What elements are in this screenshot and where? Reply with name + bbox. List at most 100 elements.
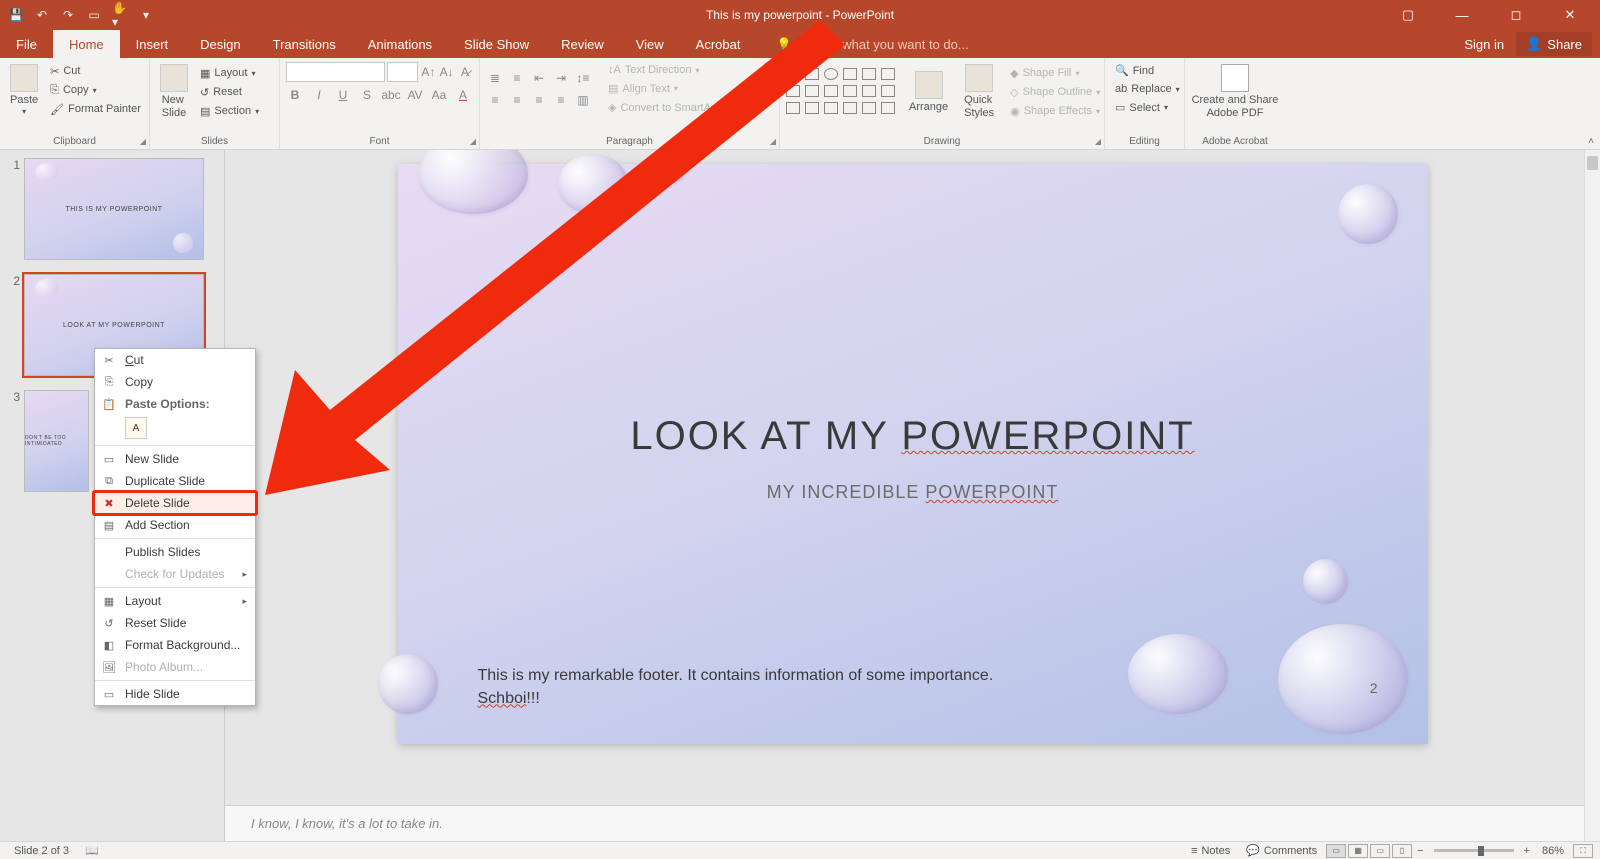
tab-transitions[interactable]: Transitions: [257, 30, 352, 58]
shape-fill-button[interactable]: ◆Shape Fill▾: [1006, 65, 1104, 82]
ctx-layout[interactable]: ▦Layout▸: [95, 590, 255, 612]
tab-home[interactable]: Home: [53, 30, 120, 58]
ctx-format-background[interactable]: ◧Format Background...: [95, 634, 255, 656]
underline-icon[interactable]: U: [334, 86, 352, 104]
cut-button[interactable]: ✂Cut: [46, 63, 145, 80]
save-icon[interactable]: 💾: [8, 7, 24, 23]
quick-styles-button[interactable]: Quick Styles: [960, 62, 998, 122]
text-direction-button[interactable]: ↕AText Direction▾: [604, 62, 730, 78]
section-button[interactable]: ▤Section▾: [196, 103, 263, 120]
shape-outline-button[interactable]: ◇Shape Outline▾: [1006, 84, 1104, 101]
paste-button[interactable]: Paste ▾: [6, 62, 42, 119]
select-button[interactable]: ▭Select▾: [1111, 99, 1178, 116]
font-family-combo[interactable]: [286, 62, 385, 82]
minimize-icon[interactable]: —: [1442, 2, 1482, 28]
shapes-gallery[interactable]: [786, 68, 897, 116]
fit-to-window-button[interactable]: ⛶: [1573, 844, 1593, 858]
shadow-icon[interactable]: abc: [382, 86, 400, 104]
touch-mode-icon[interactable]: ✋▾: [112, 7, 128, 23]
slide-subtitle[interactable]: MY INCREDIBLE POWERPOINT: [398, 482, 1428, 503]
ctx-duplicate-slide[interactable]: ⧉Duplicate Slide: [95, 470, 255, 492]
font-color-icon[interactable]: A: [454, 86, 472, 104]
share-button[interactable]: 👤 Share: [1516, 32, 1592, 56]
numbering-icon[interactable]: ≡: [508, 69, 526, 87]
copy-button[interactable]: ⎘Copy▾: [46, 82, 145, 99]
italic-icon[interactable]: I: [310, 86, 328, 104]
bold-icon[interactable]: B: [286, 86, 304, 104]
tab-animations[interactable]: Animations: [352, 30, 448, 58]
sign-in-link[interactable]: Sign in: [1452, 37, 1516, 52]
tell-me-search[interactable]: 💡 Tell me what you want to do...: [756, 30, 968, 58]
layout-button[interactable]: ▦Layout▾: [196, 65, 263, 82]
reset-button[interactable]: ↺Reset: [196, 84, 263, 101]
start-from-beginning-icon[interactable]: ▭: [86, 7, 102, 23]
ctx-reset-slide[interactable]: ↺Reset Slide: [95, 612, 255, 634]
ctx-new-slide[interactable]: ▭New Slide: [95, 448, 255, 470]
strikethrough-icon[interactable]: S: [358, 86, 376, 104]
dialog-launcher-icon[interactable]: ◢: [770, 137, 776, 146]
close-icon[interactable]: ✕: [1550, 2, 1590, 28]
notes-pane[interactable]: I know, I know, it's a lot to take in.: [225, 805, 1600, 841]
ctx-delete-slide[interactable]: ✖Delete Slide: [95, 492, 255, 514]
tab-slideshow[interactable]: Slide Show: [448, 30, 545, 58]
zoom-level[interactable]: 86%: [1534, 845, 1572, 857]
slideshow-view-button[interactable]: ▯: [1392, 844, 1412, 858]
vertical-scrollbar[interactable]: [1584, 150, 1600, 841]
bullets-icon[interactable]: ≣: [486, 69, 504, 87]
ctx-hide-slide[interactable]: ▭Hide Slide: [95, 683, 255, 705]
ribbon-display-options-icon[interactable]: ▢: [1388, 2, 1428, 28]
dialog-launcher-icon[interactable]: ◢: [140, 137, 146, 146]
clear-formatting-icon[interactable]: A̷: [457, 63, 473, 81]
tab-design[interactable]: Design: [184, 30, 256, 58]
maximize-icon[interactable]: ◻: [1496, 2, 1536, 28]
slide-title[interactable]: LOOK AT MY POWERPOINT: [398, 414, 1428, 459]
notes-button[interactable]: ≡Notes: [1183, 845, 1238, 857]
align-right-icon[interactable]: ≡: [530, 91, 548, 109]
new-slide-button[interactable]: New Slide: [156, 62, 192, 122]
decrease-indent-icon[interactable]: ⇤: [530, 69, 548, 87]
align-center-icon[interactable]: ≡: [508, 91, 526, 109]
increase-indent-icon[interactable]: ⇥: [552, 69, 570, 87]
slide-thumbnail-1[interactable]: THIS IS MY POWERPOINT: [24, 158, 204, 260]
ctx-add-section[interactable]: ▤Add Section: [95, 514, 255, 536]
align-left-icon[interactable]: ≡: [486, 91, 504, 109]
spell-check-icon[interactable]: 📖: [77, 844, 107, 857]
qat-customize-icon[interactable]: ▾: [138, 7, 154, 23]
slide-canvas[interactable]: LOOK AT MY POWERPOINT MY INCREDIBLE POWE…: [398, 164, 1428, 744]
reading-view-button[interactable]: ▭: [1370, 844, 1390, 858]
ctx-copy[interactable]: ⎘Copy: [95, 371, 255, 393]
paste-option-keep-formatting[interactable]: A: [125, 417, 147, 439]
tab-view[interactable]: View: [620, 30, 680, 58]
normal-view-button[interactable]: ▭: [1326, 844, 1346, 858]
char-spacing-icon[interactable]: AV: [406, 86, 424, 104]
decrease-font-icon[interactable]: A↓: [439, 63, 455, 81]
tab-acrobat[interactable]: Acrobat: [680, 30, 757, 58]
redo-icon[interactable]: ↷: [60, 7, 76, 23]
change-case-icon[interactable]: Aa: [430, 86, 448, 104]
zoom-slider[interactable]: [1434, 849, 1514, 852]
tab-review[interactable]: Review: [545, 30, 620, 58]
format-painter-button[interactable]: 🖌Format Painter: [46, 101, 145, 118]
justify-icon[interactable]: ≡: [552, 91, 570, 109]
undo-icon[interactable]: ↶: [34, 7, 50, 23]
create-share-pdf-button[interactable]: Create and Share Adobe PDF: [1191, 62, 1279, 122]
columns-icon[interactable]: ▥: [574, 91, 592, 109]
slide-sorter-view-button[interactable]: ▦: [1348, 844, 1368, 858]
ctx-publish-slides[interactable]: Publish Slides: [95, 541, 255, 563]
find-button[interactable]: 🔍Find: [1111, 62, 1178, 79]
dialog-launcher-icon[interactable]: ◢: [1095, 137, 1101, 146]
arrange-button[interactable]: Arrange: [905, 69, 952, 116]
font-size-combo[interactable]: [387, 62, 418, 82]
slide-footer[interactable]: This is my remarkable footer. It contain…: [478, 665, 1038, 710]
increase-font-icon[interactable]: A↑: [420, 63, 436, 81]
tab-insert[interactable]: Insert: [120, 30, 185, 58]
align-text-button[interactable]: ▤Align Text▾: [604, 80, 730, 97]
tab-file[interactable]: File: [0, 30, 53, 58]
shape-effects-button[interactable]: ◉Shape Effects▾: [1006, 103, 1104, 120]
comments-button[interactable]: 💬Comments: [1238, 844, 1325, 857]
ctx-cut[interactable]: ✂Cut: [95, 349, 255, 371]
slide-thumbnail-3[interactable]: DON'T BE TOO INTIMIDATED: [24, 390, 89, 492]
convert-smartart-button[interactable]: ◈Convert to SmartArt▾: [604, 99, 730, 116]
status-slide-indicator[interactable]: Slide 2 of 3: [6, 845, 77, 857]
dialog-launcher-icon[interactable]: ◢: [470, 137, 476, 146]
